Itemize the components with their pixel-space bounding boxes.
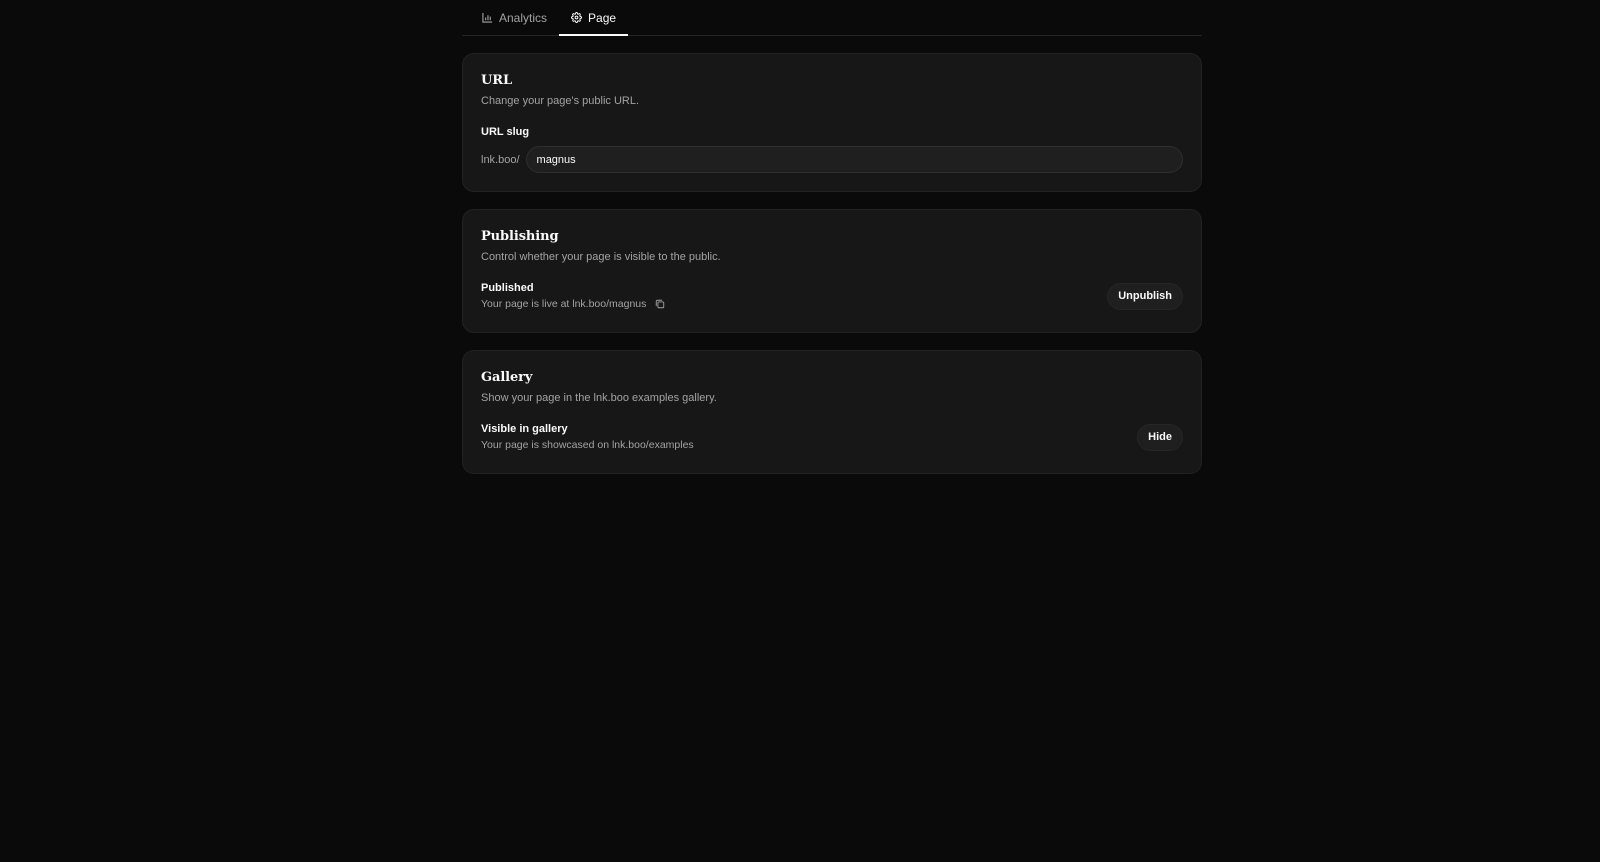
publishing-status-row: Published Your page is live at lnk.boo/m…: [481, 282, 1183, 310]
tab-analytics-label: Analytics: [499, 10, 548, 25]
tab-analytics[interactable]: Analytics: [470, 0, 559, 35]
url-card: URL Change your page's public URL. URL s…: [462, 53, 1202, 192]
publishing-card: Publishing Control whether your page is …: [462, 209, 1202, 333]
tab-bar: Analytics Page: [462, 0, 1202, 36]
tab-page-label: Page: [588, 10, 617, 25]
url-card-description: Change your page's public URL.: [481, 95, 640, 107]
url-slug-row: lnk.boo/: [481, 146, 1183, 173]
publishing-card-description: Control whether your page is visible to …: [481, 251, 721, 263]
gallery-card-title: Gallery: [481, 370, 533, 385]
hide-button[interactable]: Hide: [1137, 423, 1183, 451]
url-slug-input[interactable]: [525, 146, 1183, 173]
bar-chart-icon: [482, 12, 493, 23]
url-prefix: lnk.boo/: [481, 153, 520, 166]
gallery-status-title: Visible in gallery: [481, 423, 568, 435]
gallery-status-text: Your page is showcased on lnk.boo/exampl…: [481, 439, 694, 451]
publishing-status: Published Your page is live at lnk.boo/m…: [481, 282, 665, 310]
url-slug-label: URL slug: [481, 126, 530, 138]
gallery-card-description: Show your page in the lnk.boo examples g…: [481, 392, 717, 404]
gear-icon: [571, 12, 583, 23]
gallery-status: Visible in gallery Your page is showcase…: [481, 423, 694, 451]
publishing-status-text-row: Your page is live at lnk.boo/magnus: [481, 298, 665, 310]
copy-icon[interactable]: [655, 299, 665, 309]
publishing-status-title: Published: [481, 282, 534, 294]
tab-page[interactable]: Page: [559, 0, 629, 36]
publishing-status-text: Your page is live at lnk.boo/magnus: [481, 298, 647, 310]
gallery-status-text-row: Your page is showcased on lnk.boo/exampl…: [481, 439, 694, 451]
gallery-status-row: Visible in gallery Your page is showcase…: [481, 423, 1183, 451]
publishing-card-title: Publishing: [481, 229, 559, 244]
settings-container: Analytics Page URL Change your page's pu…: [462, 0, 1202, 474]
url-card-title: URL: [481, 73, 512, 88]
unpublish-button[interactable]: Unpublish: [1107, 282, 1183, 310]
gallery-card: Gallery Show your page in the lnk.boo ex…: [462, 350, 1202, 474]
